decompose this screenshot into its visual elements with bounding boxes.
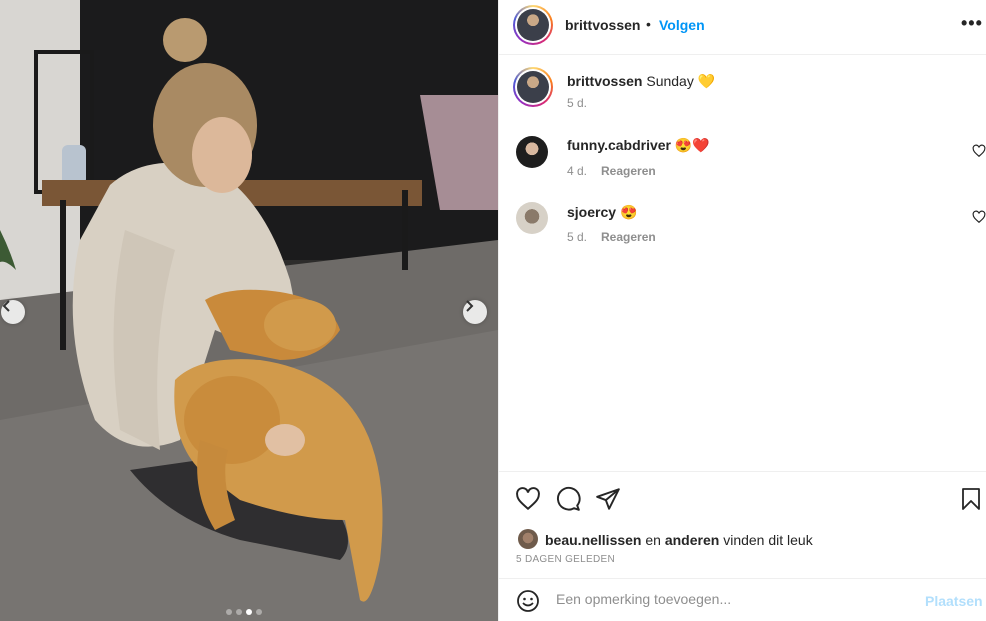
carousel-dot [256,609,262,615]
comment-meta: 4 d. Reageren [567,164,656,178]
likes-others-link[interactable]: anderen [665,532,719,548]
comment-1: funny.cabdriver 😍❤️ [567,137,710,154]
comment-username[interactable]: funny.cabdriver [567,137,671,153]
comment-icon[interactable] [555,486,581,512]
carousel-dot [236,609,242,615]
photo-illustration [0,0,498,621]
carousel-indicator [226,609,262,615]
author-username[interactable]: brittvossen [565,17,640,33]
caption: brittvossen Sunday 💛 [567,73,715,90]
post-header: brittvossen • Volgen ••• [499,0,986,55]
post-comment-button[interactable]: Plaatsen [925,593,983,609]
caption-avatar[interactable] [513,67,553,107]
post-details-panel: brittvossen • Volgen ••• brittvossen Sun… [498,0,986,621]
post-date: 5 DAGEN GELEDEN [516,554,615,565]
comment-username[interactable]: sjoercy [567,204,616,220]
bookmark-icon[interactable] [959,486,983,512]
liker-username[interactable]: beau.nellissen [545,532,641,548]
more-icon[interactable]: ••• [961,13,983,34]
likes-suffix: vinden dit leuk [723,532,813,548]
comment-age: 4 d. [567,164,588,178]
comment-2: sjoercy 😍 [567,204,637,221]
comment-text: 😍❤️ [674,137,710,153]
previous-photo-button[interactable] [1,300,25,324]
share-icon[interactable] [595,486,621,512]
emoji-icon[interactable] [516,589,540,613]
carousel-dot [226,609,232,615]
likes-summary: beau.nellissen en anderen vinden dit leu… [545,532,813,548]
next-photo-button[interactable] [463,300,487,324]
heart-icon[interactable] [972,210,986,224]
carousel-dot [246,609,252,615]
comment-meta: 5 d. Reageren [567,230,656,244]
reply-button[interactable]: Reageren [601,230,656,244]
likes-connector: en [645,532,661,548]
liker-avatar[interactable] [518,529,538,549]
comment-composer: Plaatsen [499,578,986,621]
caption-username[interactable]: brittvossen [567,73,642,89]
author-avatar[interactable] [513,5,553,45]
comment-avatar[interactable] [516,136,548,168]
follow-button[interactable]: Volgen [659,17,705,33]
comment-age: 5 d. [567,230,588,244]
heart-icon[interactable] [515,486,541,512]
comment-text: 😍 [619,204,638,220]
chevron-left-icon [2,300,10,312]
post-photo[interactable] [0,0,498,621]
comment-input[interactable] [556,591,916,607]
caption-text: Sunday 💛 [646,73,716,89]
comment-avatar[interactable] [516,202,548,234]
heart-icon[interactable] [972,144,986,158]
reply-button[interactable]: Reageren [601,164,656,178]
chevron-right-icon [466,300,474,312]
caption-age: 5 d. [567,96,588,110]
separator-dot: • [646,16,651,32]
post-actions: beau.nellissen en anderen vinden dit leu… [499,471,986,621]
